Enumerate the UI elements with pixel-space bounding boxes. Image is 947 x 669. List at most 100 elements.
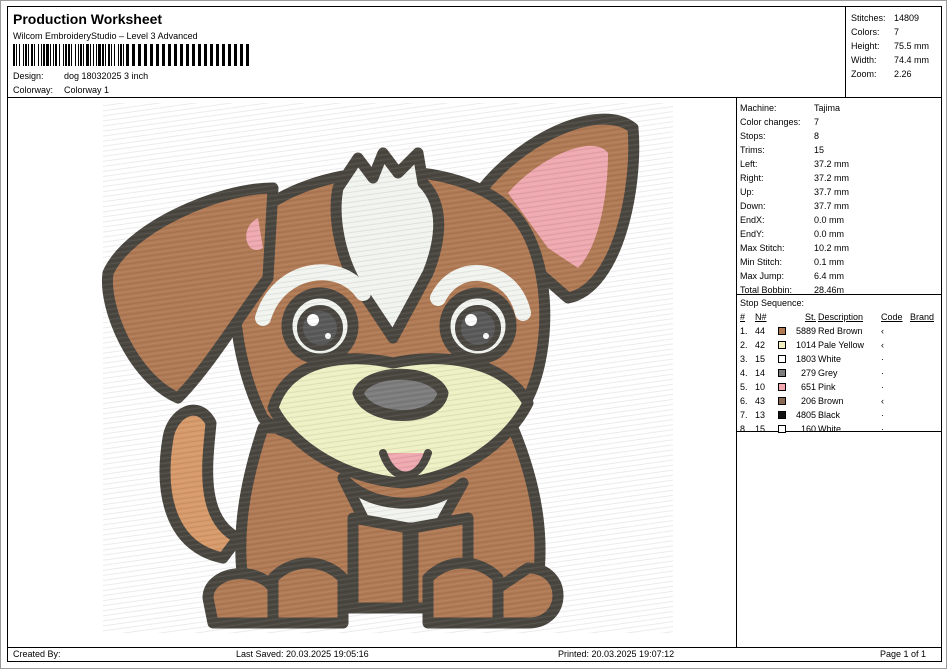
color-description: Brown [818,396,844,406]
barcode-bar [246,44,249,66]
needle-number: 14 [755,368,766,378]
created-by: Created By: [13,649,61,659]
stitch-count: 1803 [795,354,816,364]
stat-row: Colors: 7 [851,25,941,39]
machine-value: 37.7 mm [814,187,850,197]
colorway-label: Colorway: [13,85,54,95]
machine-label: Right: [740,173,764,183]
stop-num: 6. [740,396,748,406]
machine-row: Stops: 8 [740,129,941,143]
machine-row: Down: 37.7 mm [740,199,941,213]
color-description: White [818,354,842,364]
machine-value: 37.2 mm [814,159,850,169]
stop-num: 1. [740,326,748,336]
stop-row: 7. 13 4805 Black · [740,408,941,422]
stop-row: 3. 15 1803 White · [740,352,941,366]
stop-num: 7. [740,410,748,420]
stop-num: 5. [740,382,748,392]
machine-label: Min Stitch: [740,257,783,267]
machine-value: 0.1 mm [814,257,845,267]
stop-sequence: Stop Sequence: # N# St. Description Code… [737,295,941,434]
col-stitches-header: St. [804,312,816,322]
color-description: Grey [818,368,838,378]
machine-value: 37.7 mm [814,201,850,211]
last-saved: Last Saved: 20.03.2025 19:05:16 [236,649,369,659]
swatch-box [778,425,786,433]
page-title: Production Worksheet [13,11,163,27]
machine-row: EndY: 0.0 mm [740,227,941,241]
machine-row: Max Jump: 6.4 mm [740,269,941,283]
worksheet-footer: Created By: Last Saved: 20.03.2025 19:05… [8,647,941,661]
design-value: dog 18032025 3 inch [64,71,149,81]
design-label: Design: [13,71,44,81]
stop-row: 2. 42 1014 Pale Yellow ‹ [740,338,941,352]
col-code-header: Code [881,312,903,322]
stop-row: 1. 44 5889 Red Brown ‹ [740,324,941,338]
swatch-box [778,341,786,349]
color-description: Pale Yellow [818,340,865,350]
color-swatch [778,411,788,419]
col-brand-header: Brand [910,312,935,322]
stop-row: 8. 15 160 White · [740,422,941,436]
machine-value: 0.0 mm [814,229,845,239]
color-code: ‹ [881,396,884,406]
machine-value: 37.2 mm [814,173,850,183]
stop-rows: 1. 44 5889 Red Brown ‹ 2. 42 1014 Pale Yellow ‹ 3.… [740,324,941,436]
machine-row: Max Stitch: 10.2 mm [740,241,941,255]
stat-label: Stitches: [851,13,886,23]
machine-row: Color changes: 7 [740,115,941,129]
swatch-box [778,383,786,391]
stitch-count: 206 [800,396,816,406]
stop-num: 3. [740,354,748,364]
swatch-box [778,355,786,363]
stitch-count: 160 [800,424,816,434]
info-panel: Machine: Tajima Color changes: 7 Stops: 8 T… [737,98,941,647]
design-stats: Stitches: 14809 Colors: 7 Height: 75.5 mm W… [845,7,941,98]
color-swatch [778,341,788,349]
machine-value: 15 [814,145,825,155]
color-code: · [881,354,884,364]
needle-number: 13 [755,410,766,420]
stat-label: Colors: [851,27,880,37]
machine-value: 10.2 mm [814,243,850,253]
stitch-count: 1014 [795,340,816,350]
printed-date: Printed: 20.03.2025 19:07:12 [558,649,675,659]
machine-label: Up: [740,187,755,197]
swatch-box [778,327,786,335]
machine-value: 6.4 mm [814,271,845,281]
stop-num: 8. [740,424,748,434]
stop-row: 6. 43 206 Brown ‹ [740,394,941,408]
stop-sequence-header: # N# St. Description Code Brand [740,310,941,324]
stat-value: 74.4 mm [894,55,930,65]
machine-label: Color changes: [740,117,801,127]
design-preview [8,98,737,647]
color-swatch [778,355,788,363]
color-code: · [881,410,884,420]
page-number: Page 1 of 1 [880,649,927,659]
software-name: Wilcom EmbroideryStudio – Level 3 Advanc… [13,31,198,41]
needle-number: 42 [755,340,766,350]
stat-row: Zoom: 2.26 [851,67,941,81]
stitch-count: 4805 [795,410,816,420]
machine-row: Machine: Tajima [740,101,941,115]
col-needle-header: N# [755,312,767,322]
color-swatch [778,425,788,433]
machine-row: EndX: 0.0 mm [740,213,941,227]
swatch-box [778,397,786,405]
color-code: · [881,424,884,434]
machine-value: 8 [814,131,820,141]
stop-sequence-title: Stop Sequence: [740,298,805,308]
machine-label: Trims: [740,145,765,155]
machine-label: Total Bobbin: [740,285,793,295]
color-code: · [881,368,884,378]
stat-value: 2.26 [894,69,912,79]
needle-number: 44 [755,326,766,336]
swatch-box [778,369,786,377]
stop-row: 4. 14 279 Grey · [740,366,941,380]
machine-label: Down: [740,201,766,211]
stop-row: 5. 10 651 Pink · [740,380,941,394]
dog-embroidery-image [101,103,673,633]
color-code: ‹ [881,326,884,336]
stop-num: 4. [740,368,748,378]
stat-label: Zoom: [851,69,877,79]
